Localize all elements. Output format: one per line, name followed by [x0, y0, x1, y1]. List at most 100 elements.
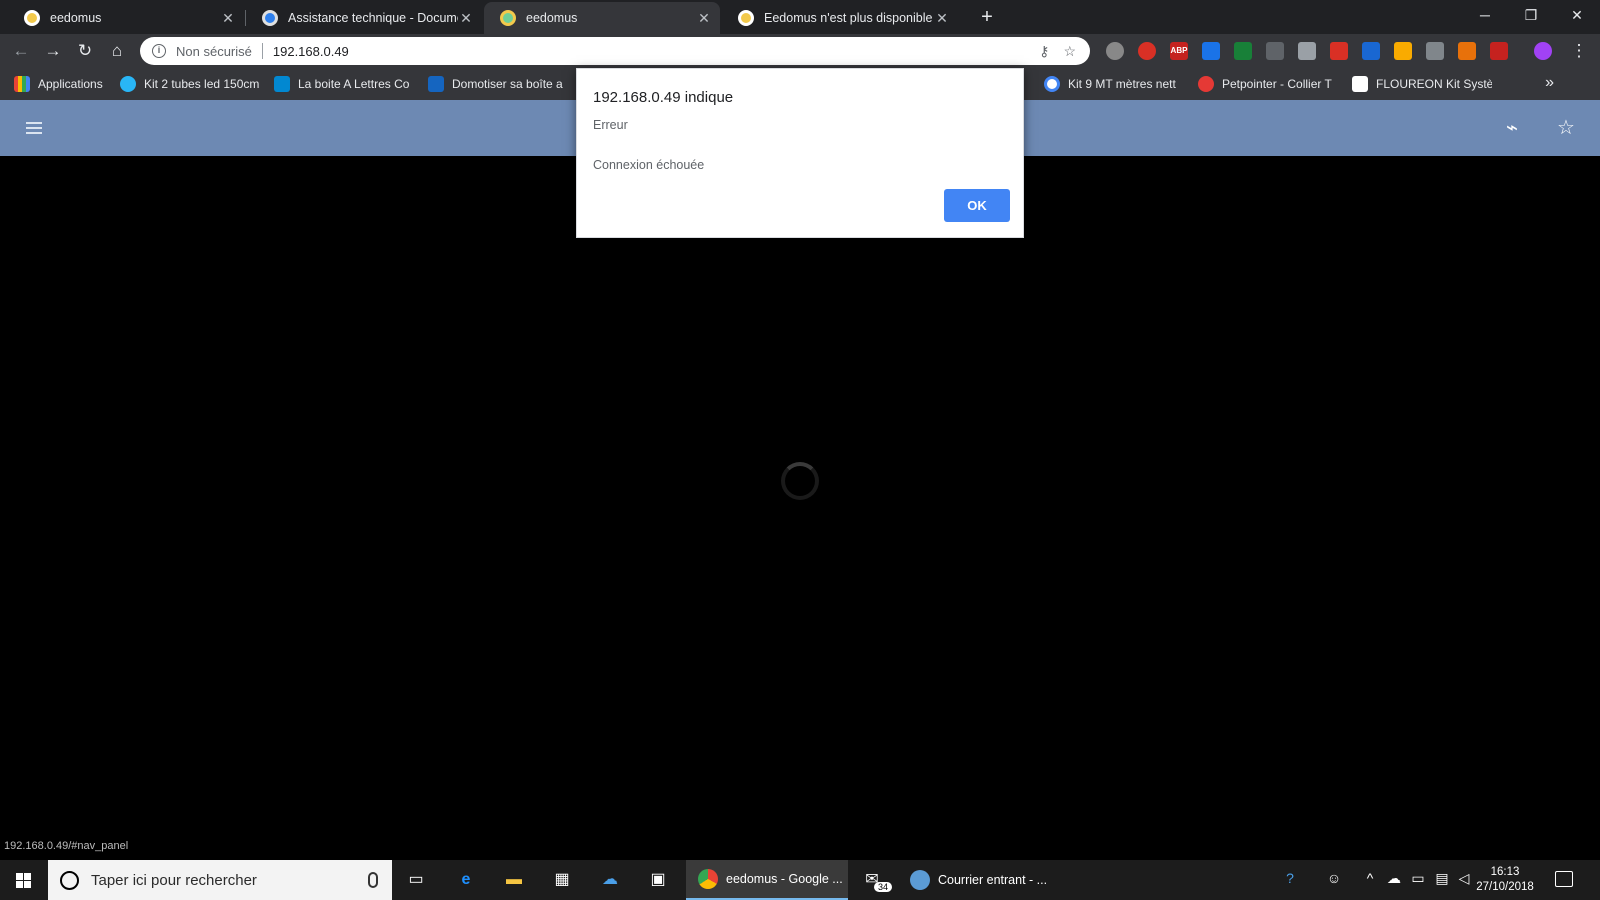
screen: eedomus ✕ Assistance technique - Documen…	[0, 0, 1600, 900]
minimize-button[interactable]: ─	[1462, 0, 1508, 32]
cortana-icon	[60, 870, 79, 890]
onedrive-icon[interactable]: ☁	[1384, 870, 1404, 887]
key-icon[interactable]: ⚷	[1039, 43, 1049, 60]
tab-title: Eedomus n'est plus disponible da	[764, 11, 934, 25]
battery-icon[interactable]: ▭	[1408, 870, 1428, 887]
search-placeholder: Taper ici pour rechercher	[91, 871, 257, 889]
tab-title: eedomus	[50, 11, 102, 25]
tab-title: Assistance technique - Documen	[288, 11, 458, 25]
store-icon[interactable]: ▣	[646, 868, 670, 892]
bookmark-floureon[interactable]: FLOUREON Kit Systè	[1352, 75, 1492, 93]
window-label: Courrier entrant - ...	[938, 873, 1048, 887]
volume-muted-icon[interactable]: ◁	[1454, 870, 1474, 887]
profile-avatar[interactable]	[1534, 42, 1552, 60]
bookmark-label: Domotiser sa boîte a	[452, 77, 563, 91]
restore-button[interactable]: ❐	[1508, 0, 1554, 32]
bookmarks-overflow-icon[interactable]: »	[1545, 74, 1554, 92]
cloud-app-icon[interactable]: ☁	[598, 868, 622, 892]
home-button[interactable]: ⌂	[104, 38, 130, 64]
google-icon	[1044, 76, 1060, 92]
bookmark-favicon	[428, 76, 444, 92]
taskbar-search[interactable]: Taper ici pour rechercher	[48, 860, 392, 900]
tab-close-icon[interactable]: ✕	[934, 10, 950, 26]
eedomus-favicon-icon	[24, 10, 40, 26]
bookmark-kit-2-tubes[interactable]: Kit 2 tubes led 150cm	[120, 75, 260, 93]
favorites-star-icon[interactable]: ☆	[1554, 116, 1578, 140]
new-tab-button[interactable]: +	[976, 6, 998, 28]
people-icon[interactable]: ☺	[1324, 870, 1344, 886]
tab-eedomus-active[interactable]: eedomus ✕	[484, 2, 720, 34]
dialog-message-detail: Connexion échouée	[593, 158, 705, 172]
extension-shield-icon[interactable]	[1138, 42, 1156, 60]
bookmark-favicon	[120, 76, 136, 92]
bookmark-label: FLOUREON Kit Systè	[1376, 77, 1492, 91]
clock-date: 27/10/2018	[1476, 881, 1534, 893]
eedomus-favicon-icon	[738, 10, 754, 26]
microphone-icon[interactable]	[368, 872, 378, 888]
action-center-icon[interactable]	[1555, 871, 1573, 887]
bookmark-label: Kit 9 MT mètres nett	[1068, 77, 1176, 91]
forward-button[interactable]: →	[40, 38, 66, 64]
window-label: eedomus - Google ...	[726, 872, 843, 886]
file-explorer-icon[interactable]: ▬	[502, 868, 526, 892]
assistance-favicon-icon	[262, 10, 278, 26]
bookmark-applications[interactable]: Applications	[14, 75, 114, 93]
tab-assistance[interactable]: Assistance technique - Documen ✕	[246, 2, 482, 34]
tab-close-icon[interactable]: ✕	[220, 10, 236, 26]
extension-gray-icon[interactable]	[1266, 42, 1284, 60]
task-view-icon[interactable]: ▭	[404, 868, 428, 892]
tab-strip: eedomus ✕ Assistance technique - Documen…	[0, 0, 1600, 34]
extension-cloud-icon[interactable]	[1298, 42, 1316, 60]
extension-camera-icon[interactable]	[1426, 42, 1444, 60]
extension-record-icon[interactable]	[1106, 42, 1124, 60]
mail-badge: 34	[874, 882, 892, 892]
hamburger-menu-icon[interactable]	[26, 122, 42, 134]
pocket-icon[interactable]	[1490, 42, 1508, 60]
help-icon[interactable]: ?	[1280, 870, 1300, 886]
calculator-icon[interactable]: ▦	[550, 868, 574, 892]
reload-button[interactable]: ↻	[72, 38, 98, 64]
taskbar-chrome-window[interactable]: eedomus - Google ...	[686, 860, 848, 900]
bookmark-label: Applications	[38, 77, 103, 91]
extension-yellow-icon[interactable]	[1394, 42, 1412, 60]
taskbar-mail-window[interactable]: Courrier entrant - ...	[898, 860, 1054, 900]
status-url: 192.168.0.49/#nav_panel	[0, 836, 133, 860]
bookmark-star-icon[interactable]: ☆	[1063, 43, 1076, 60]
alert-dialog: 192.168.0.49 indique Erreur Connexion éc…	[576, 68, 1024, 238]
tab-close-icon[interactable]: ✕	[458, 10, 474, 26]
tab-eedomus-indisponible[interactable]: Eedomus n'est plus disponible da ✕	[722, 2, 958, 34]
ok-button[interactable]: OK	[944, 189, 1010, 222]
address-bar[interactable]: i Non sécurisé 192.168.0.49 ⚷ ☆	[140, 37, 1090, 65]
back-button[interactable]: ←	[8, 38, 34, 64]
url-text[interactable]: 192.168.0.49	[273, 44, 1039, 59]
bookmark-label: La boite A Lettres Co	[298, 77, 410, 91]
site-info-icon[interactable]: i	[152, 44, 166, 58]
bookmark-label: Petpointer - Collier T	[1222, 77, 1332, 91]
bookmark-favicon	[274, 76, 290, 92]
close-window-button[interactable]: ✕	[1554, 0, 1600, 32]
bookmark-petpointer[interactable]: Petpointer - Collier T	[1198, 75, 1338, 93]
omnibox-divider	[261, 43, 263, 59]
menu-dots-icon[interactable]: ⋮	[1566, 38, 1592, 64]
bookmark-domotiser[interactable]: Domotiser sa boîte a	[428, 75, 568, 93]
adblock-plus-icon[interactable]: ABP	[1170, 42, 1188, 60]
network-icon[interactable]: ▤	[1432, 870, 1452, 887]
extension-green-icon[interactable]	[1234, 42, 1252, 60]
edge-icon[interactable]: e	[454, 868, 478, 892]
bookmark-favicon	[1198, 76, 1214, 92]
start-button[interactable]	[0, 860, 48, 900]
tab-close-icon[interactable]: ✕	[696, 10, 712, 26]
loading-spinner	[781, 462, 819, 500]
bookmark-label: Kit 2 tubes led 150cm	[144, 77, 260, 91]
extension-blue-shield-icon[interactable]	[1362, 42, 1380, 60]
broadcast-icon[interactable]: ⌁	[1500, 116, 1524, 140]
dialog-title: 192.168.0.49 indique	[593, 89, 734, 106]
tab-eedomus-1[interactable]: eedomus ✕	[8, 2, 244, 34]
show-hidden-icons-chevron-icon[interactable]: ^	[1360, 870, 1380, 886]
extension-red-icon[interactable]	[1330, 42, 1348, 60]
bookmark-boite-lettres[interactable]: La boite A Lettres Co	[274, 75, 414, 93]
bookmark-kit-9-mt[interactable]: Kit 9 MT mètres nett	[1044, 75, 1184, 93]
system-clock[interactable]: 16:13 27/10/2018	[1476, 865, 1534, 895]
extension-key-icon[interactable]	[1458, 42, 1476, 60]
google-drive-icon[interactable]	[1202, 42, 1220, 60]
